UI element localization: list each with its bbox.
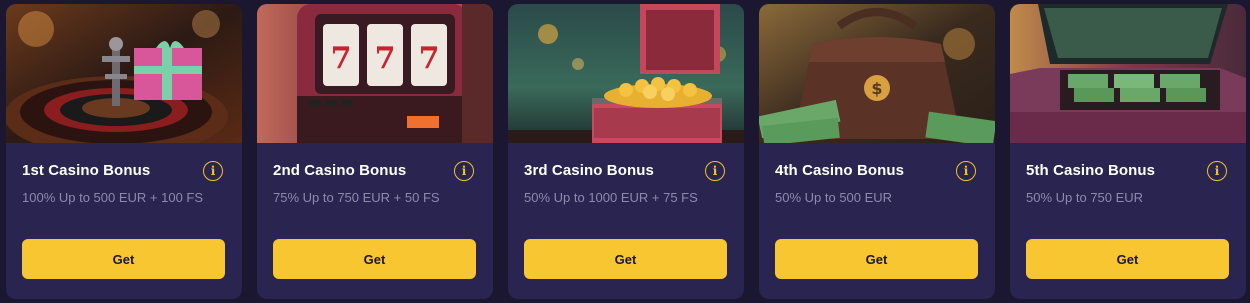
svg-text:7: 7 <box>331 41 352 76</box>
bonus-card-5: 5th Casino Bonus i 50% Up to 750 EUR Get <box>1010 4 1246 299</box>
svg-text:$: $ <box>871 79 882 98</box>
bonus-card-row: 1st Casino Bonus i 100% Up to 500 EUR + … <box>0 0 1250 303</box>
bonus-card-3: 3rd Casino Bonus i 50% Up to 1000 EUR + … <box>508 4 744 299</box>
treasure-chest-image <box>508 4 744 143</box>
info-icon[interactable]: i <box>454 161 474 181</box>
info-icon[interactable]: i <box>203 161 223 181</box>
bonus-description: 50% Up to 500 EUR <box>775 190 893 205</box>
get-bonus-button[interactable]: Get <box>273 239 476 279</box>
svg-text:7: 7 <box>375 41 396 76</box>
bonus-card-2: 7 7 7 2nd Casino Bonus i 75% Up to 750 E… <box>257 4 493 299</box>
slot-machine-image: 7 7 7 <box>257 4 493 143</box>
get-bonus-button[interactable]: Get <box>775 239 978 279</box>
bonus-title: 4th Casino Bonus <box>775 162 905 179</box>
get-bonus-button[interactable]: Get <box>1026 239 1229 279</box>
money-bag-image: $ <box>759 4 995 143</box>
bonus-card-1: 1st Casino Bonus i 100% Up to 500 EUR + … <box>6 4 242 299</box>
bonus-description: 50% Up to 1000 EUR + 75 FS <box>524 190 698 205</box>
info-icon[interactable]: i <box>705 161 725 181</box>
svg-text:7: 7 <box>419 41 440 76</box>
bonus-title: 1st Casino Bonus <box>22 162 151 179</box>
get-bonus-button[interactable]: Get <box>22 239 225 279</box>
bonus-card-4: $ 4th Casino Bonus i 50% Up to 500 EUR G… <box>759 4 995 299</box>
info-icon[interactable]: i <box>1207 161 1227 181</box>
bonus-title: 3rd Casino Bonus <box>524 162 654 179</box>
bonus-title: 2nd Casino Bonus <box>273 162 407 179</box>
bonus-title: 5th Casino Bonus <box>1026 162 1156 179</box>
car-trunk-cash-image <box>1010 4 1246 143</box>
bonus-description: 50% Up to 750 EUR <box>1026 190 1144 205</box>
bonus-description: 75% Up to 750 EUR + 50 FS <box>273 190 440 205</box>
get-bonus-button[interactable]: Get <box>524 239 727 279</box>
roulette-gift-image <box>6 4 242 143</box>
bonus-description: 100% Up to 500 EUR + 100 FS <box>22 190 204 205</box>
info-icon[interactable]: i <box>956 161 976 181</box>
